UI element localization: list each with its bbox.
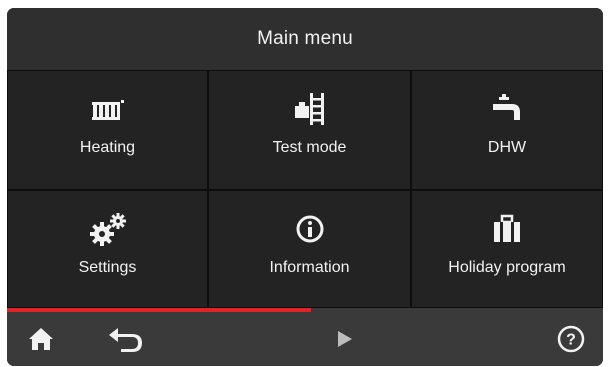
menu-tile-settings[interactable]: Settings [7, 190, 208, 308]
help-icon: ? [557, 325, 585, 353]
device-screen: Main menu Heating Test mode DHW Settings… [7, 8, 603, 366]
svg-text:?: ? [566, 332, 576, 349]
menu-tile-dhw[interactable]: DHW [411, 70, 603, 190]
back-button[interactable] [101, 312, 151, 366]
footer-bar: ? [7, 312, 603, 366]
home-button[interactable] [21, 312, 61, 366]
header-bar: Main menu [7, 8, 603, 70]
tile-label: Settings [78, 259, 137, 276]
tile-label: Test mode [272, 139, 347, 156]
suitcase-icon [492, 211, 522, 247]
tile-label: Information [269, 259, 350, 276]
info-icon [295, 211, 325, 247]
next-button[interactable] [327, 312, 363, 366]
page-title: Main menu [257, 28, 353, 49]
tile-label: DHW [487, 139, 527, 156]
play-next-icon [338, 331, 352, 347]
menu-grid: Heating Test mode DHW Settings Informati… [7, 70, 603, 308]
gears-icon [88, 211, 128, 247]
tile-label: Holiday program [448, 259, 566, 276]
faucet-icon [490, 91, 524, 127]
home-icon [29, 328, 53, 350]
menu-tile-test-mode[interactable]: Test mode [208, 70, 411, 190]
menu-tile-holiday-program[interactable]: Holiday program [411, 190, 603, 308]
menu-tile-heating[interactable]: Heating [7, 70, 208, 190]
help-button[interactable]: ? [551, 312, 591, 366]
tile-label: Heating [79, 139, 136, 156]
menu-tile-information[interactable]: Information [208, 190, 411, 308]
test-mode-icon [293, 91, 327, 127]
radiator-icon [91, 91, 125, 127]
back-arrow-icon [109, 328, 142, 352]
